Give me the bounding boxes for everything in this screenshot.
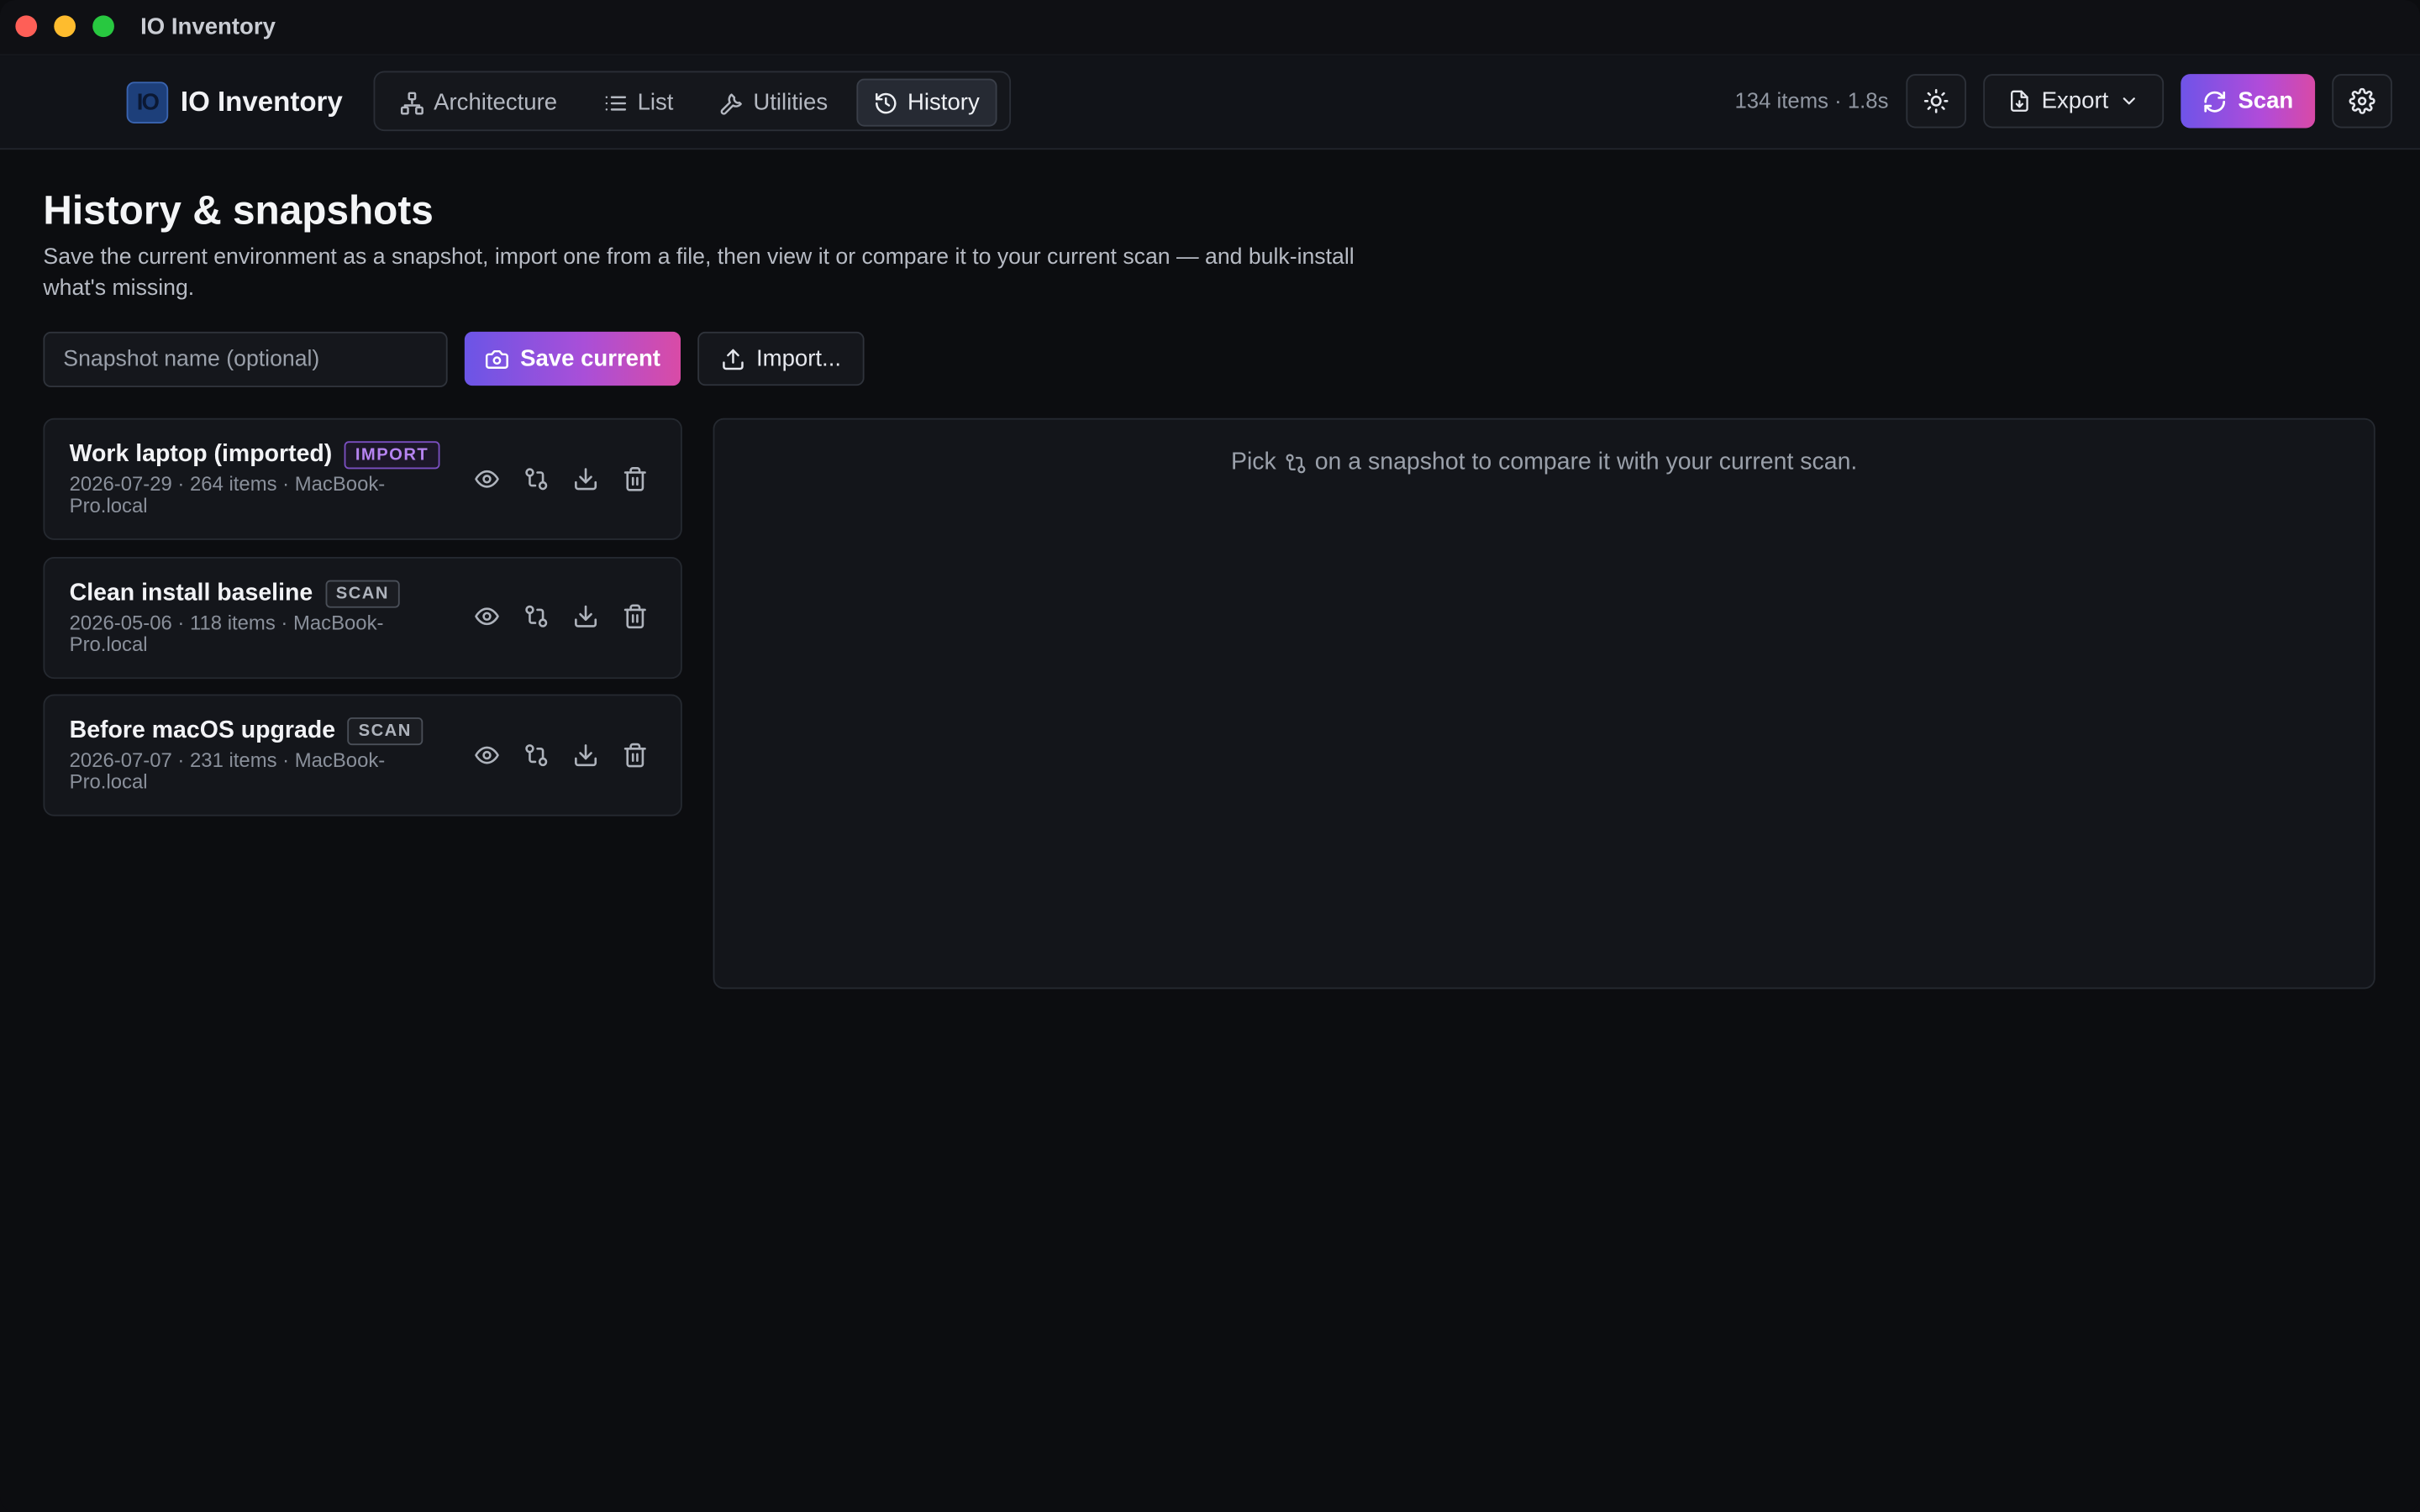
git-compare-icon bbox=[524, 467, 547, 490]
page-title: History & snapshots bbox=[43, 186, 434, 234]
trash-icon bbox=[623, 466, 645, 491]
eye-icon bbox=[474, 745, 498, 764]
compare-snapshot-button[interactable] bbox=[520, 601, 551, 632]
architecture-icon bbox=[400, 91, 424, 114]
history-icon bbox=[876, 92, 897, 113]
delete-snapshot-button[interactable] bbox=[619, 739, 650, 770]
snapshot-name: Work laptop (imported) bbox=[69, 441, 333, 468]
trash-icon bbox=[623, 742, 645, 767]
snapshot-name: Clean install baseline bbox=[69, 579, 313, 606]
git-compare-icon bbox=[1286, 453, 1306, 473]
brand: IO IO Inventory bbox=[126, 81, 343, 123]
compare-hint-text: on a snapshot to compare it with your cu… bbox=[1314, 449, 1858, 475]
tab-architecture[interactable]: Architecture bbox=[384, 79, 572, 127]
snapshot-meta: 2026-05-06 · 118 items · MacBook-Pro.loc… bbox=[69, 610, 384, 655]
view-snapshot-button[interactable] bbox=[471, 739, 502, 770]
eye-icon bbox=[474, 607, 498, 626]
camera-icon bbox=[486, 349, 508, 369]
eye-icon bbox=[474, 469, 498, 487]
view-snapshot-button[interactable] bbox=[471, 463, 502, 494]
brand-name: IO Inventory bbox=[180, 85, 343, 117]
compare-panel: Pick on a snapshot to compare it with yo… bbox=[713, 417, 2375, 990]
file-icon bbox=[2010, 90, 2028, 112]
export-button[interactable]: Export bbox=[1983, 74, 2165, 129]
scan-stats: 134 items · 1.8s bbox=[1734, 87, 1889, 113]
snapshot-source-badge: SCAN bbox=[324, 579, 400, 607]
snapshot-meta: 2026-07-29 · 264 items · MacBook-Pro.loc… bbox=[69, 472, 386, 517]
view-snapshot-button[interactable] bbox=[471, 601, 502, 632]
scan-button[interactable]: Scan bbox=[2181, 74, 2316, 129]
window-title: IO Inventory bbox=[140, 13, 276, 40]
snapshot-source-badge: SCAN bbox=[347, 717, 423, 746]
app-header: IO IO Inventory Architecture List Utilit… bbox=[0, 55, 2420, 150]
trash-icon bbox=[623, 604, 645, 629]
download-snapshot-button[interactable] bbox=[570, 601, 601, 632]
main-nav: Architecture List Utilities History bbox=[373, 71, 1012, 132]
title-bar: IO Inventory bbox=[0, 0, 2420, 56]
download-icon bbox=[574, 467, 597, 490]
scan-label: Scan bbox=[2238, 87, 2294, 114]
import-label: Import... bbox=[755, 345, 842, 372]
download-snapshot-button[interactable] bbox=[570, 463, 601, 494]
wrench-icon bbox=[720, 92, 742, 114]
download-snapshot-button[interactable] bbox=[570, 739, 601, 770]
import-button[interactable]: Import... bbox=[697, 331, 865, 386]
snapshot-meta: 2026-07-07 · 231 items · MacBook-Pro.loc… bbox=[69, 748, 386, 794]
snapshot-card: Clean install baseline SCAN 2026-05-06 ·… bbox=[43, 556, 682, 679]
snapshot-card: Work laptop (imported) IMPORT 2026-07-29… bbox=[43, 417, 682, 540]
refresh-icon bbox=[2204, 90, 2226, 112]
tab-architecture-label: Architecture bbox=[434, 89, 558, 116]
tab-history[interactable]: History bbox=[856, 78, 997, 127]
page-description: Save the current environment as a snapsh… bbox=[43, 245, 1355, 302]
tab-list-label: List bbox=[637, 89, 674, 116]
settings-button[interactable] bbox=[2332, 74, 2392, 129]
minimize-window-button[interactable] bbox=[54, 15, 76, 38]
save-current-label: Save current bbox=[520, 345, 661, 372]
delete-snapshot-button[interactable] bbox=[619, 463, 650, 494]
tab-list[interactable]: List bbox=[588, 79, 689, 127]
chevron-down-icon bbox=[2123, 97, 2136, 105]
close-window-button[interactable] bbox=[15, 15, 38, 38]
save-current-button[interactable]: Save current bbox=[464, 331, 681, 386]
snapshot-name: Before macOS upgrade bbox=[69, 717, 336, 744]
list-icon bbox=[605, 95, 627, 110]
upload-icon bbox=[723, 348, 744, 370]
delete-snapshot-button[interactable] bbox=[619, 601, 650, 632]
snapshot-name-input[interactable] bbox=[43, 331, 448, 388]
tab-utilities[interactable]: Utilities bbox=[704, 79, 844, 127]
git-compare-icon bbox=[524, 743, 547, 766]
tab-utilities-label: Utilities bbox=[753, 89, 829, 116]
download-icon bbox=[574, 743, 597, 766]
export-label: Export bbox=[2041, 87, 2109, 114]
zoom-window-button[interactable] bbox=[92, 15, 114, 38]
snapshot-source-badge: IMPORT bbox=[344, 441, 440, 470]
sun-icon bbox=[1923, 88, 1949, 113]
download-icon bbox=[574, 605, 597, 627]
snapshot-card: Before macOS upgrade SCAN 2026-07-07 · 2… bbox=[43, 694, 682, 816]
app-logo: IO bbox=[126, 81, 169, 123]
gear-icon bbox=[2349, 87, 2375, 114]
compare-snapshot-button[interactable] bbox=[520, 739, 551, 770]
tab-history-label: History bbox=[908, 89, 980, 116]
snapshot-list: Work laptop (imported) IMPORT 2026-07-29… bbox=[43, 417, 682, 832]
compare-snapshot-button[interactable] bbox=[520, 463, 551, 494]
git-compare-icon bbox=[524, 605, 547, 627]
compare-hint: Pick on a snapshot to compare it with yo… bbox=[714, 449, 2373, 476]
theme-toggle-button[interactable] bbox=[1906, 74, 1966, 129]
app-window: IO Inventory IO IO Inventory Architectur… bbox=[0, 0, 2420, 1512]
compare-hint-prefix: Pick bbox=[1230, 449, 1276, 475]
